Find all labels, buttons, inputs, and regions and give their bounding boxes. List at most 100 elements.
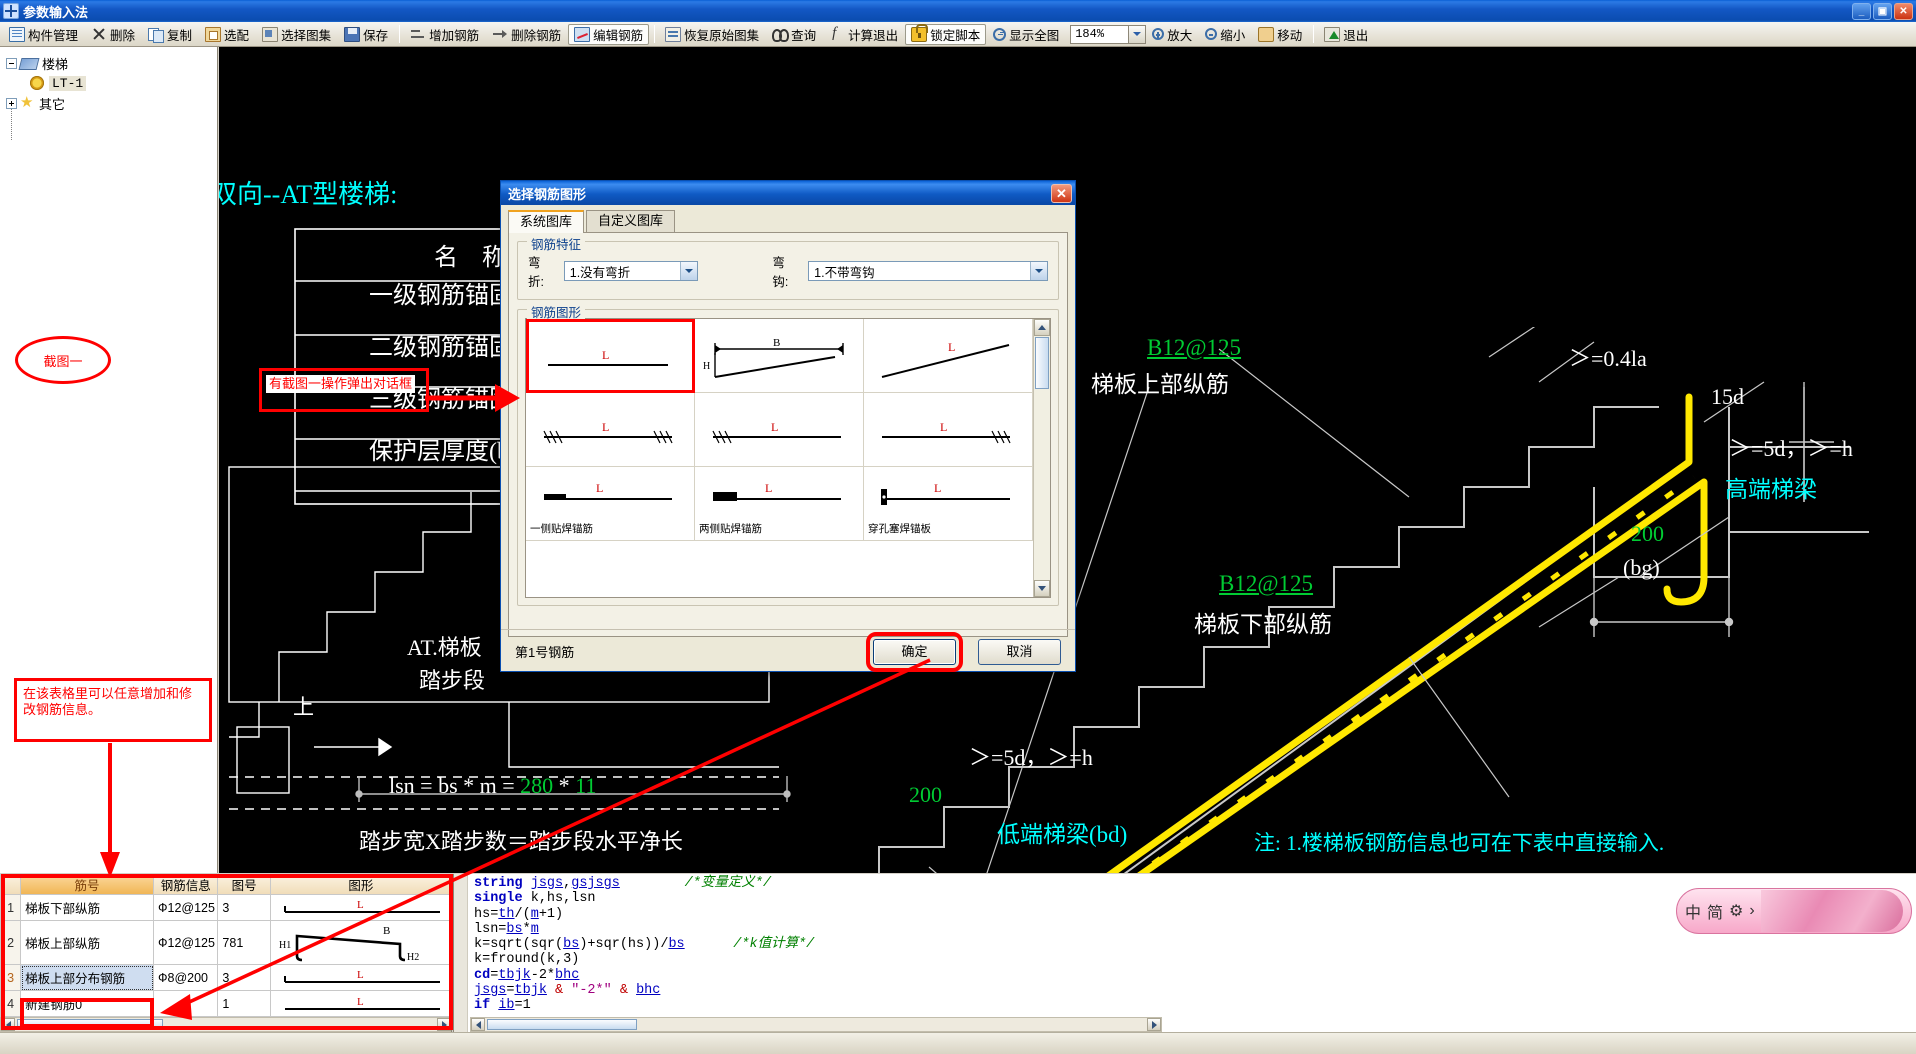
cell-shape[interactable]: L — [269, 894, 451, 921]
shape-cell-double-hatched-bar[interactable]: L — [526, 393, 695, 467]
col-rebar-info[interactable]: 钢筋信息 — [152, 874, 219, 895]
col-pic-no[interactable]: 图号 — [217, 874, 271, 895]
cell-pic-no[interactable]: 781 — [217, 920, 271, 965]
editor-hscrollbar[interactable] — [470, 1017, 1162, 1032]
toolbar-button-edit-rebar[interactable]: 编辑钢筋 — [568, 23, 650, 45]
cell-rebar-no-editing[interactable]: 新建钢筋0 — [20, 990, 154, 1017]
svg-text:B: B — [773, 337, 780, 349]
cell-rebar-info[interactable]: Ф8@200 — [152, 964, 219, 991]
cell-pic-no[interactable]: 3 — [217, 894, 271, 921]
shape-caption: 一侧贴焊锚筋 — [530, 523, 593, 535]
cell-pic-no[interactable]: 1 — [217, 990, 271, 1017]
cell-rebar-no[interactable]: 梯板上部分布钢筋 — [20, 964, 154, 991]
chevron-down-icon[interactable] — [1030, 262, 1047, 280]
table-hscrollbar[interactable] — [0, 1017, 451, 1032]
toolbar-button-exit[interactable]: 退出 — [1318, 24, 1374, 45]
table-row[interactable]: 3 梯板上部分布钢筋 Ф8@200 3 L — [0, 964, 451, 991]
shape-cell-plain-bar[interactable]: L — [526, 319, 695, 393]
ime-style-label[interactable]: 简 — [1707, 899, 1723, 923]
scroll-down-button[interactable] — [1034, 580, 1050, 597]
chevron-right-icon[interactable]: › — [1749, 902, 1754, 920]
toolbar-button-pan[interactable]: 移动 — [1252, 24, 1308, 45]
col-shape[interactable]: 图形 — [269, 874, 451, 895]
annotation-dialog-note: 有截图一操作弹出对话框 — [259, 368, 429, 412]
collapse-icon[interactable] — [6, 57, 17, 69]
component-manager-icon — [9, 26, 25, 42]
shape-cell-bar-with-b-dim[interactable]: B H — [695, 319, 864, 393]
shapes-scrollbar[interactable] — [1033, 319, 1050, 597]
shape-cell-two-side-welded-anchor[interactable]: L 两侧贴焊锚筋 — [695, 467, 864, 541]
scroll-right-button[interactable] — [1147, 1018, 1161, 1031]
zoom-level-combobox[interactable]: 184% — [1070, 24, 1147, 44]
scrollbar-thumb[interactable] — [487, 1019, 637, 1030]
hook-select[interactable]: 1.不带弯钩 — [808, 261, 1048, 281]
table-row[interactable]: 1 梯板下部纵筋 Ф12@125 3 L — [0, 894, 451, 921]
scroll-up-button[interactable] — [1034, 319, 1050, 336]
ime-mode-label[interactable]: 中 — [1685, 899, 1701, 923]
toolbar-button-copy[interactable]: 复制 — [142, 24, 198, 45]
cell-shape[interactable]: B H1 H2 — [269, 920, 451, 965]
cell-rebar-no[interactable]: 梯板上部纵筋 — [20, 920, 154, 965]
toolbar-button-select-atlas[interactable]: 选择图集 — [256, 24, 337, 45]
toolbar-button-calc-exit[interactable]: 计算退出 — [823, 24, 904, 45]
cell-pic-no[interactable]: 3 — [217, 964, 271, 991]
chevron-down-icon[interactable] — [680, 262, 698, 280]
expand-icon[interactable] — [6, 97, 17, 109]
toolbar-button-fit-view[interactable]: 显示全图 — [987, 24, 1065, 45]
cell-shape[interactable]: L — [269, 990, 451, 1017]
chevron-down-icon[interactable] — [1128, 25, 1146, 43]
ime-language-bar[interactable]: 中 简 ⚙ › — [1676, 888, 1912, 934]
toolbar-button-zoom-out[interactable]: 缩小 — [1199, 24, 1251, 45]
component-tree-panel[interactable]: 楼梯 LT-1 ★ 其它 — [0, 47, 218, 873]
toolbar-button-delete[interactable]: 删除 — [85, 24, 141, 45]
toolbar-button-restore-atlas[interactable]: 恢复原始图集 — [659, 24, 765, 45]
table-row[interactable]: 2 梯板上部纵筋 Ф12@125 781 B H1 H2 — [0, 920, 451, 965]
close-button[interactable]: ✕ — [1894, 2, 1913, 20]
dialog-body: 系统图库 自定义图库 钢筋特征 弯折: 1.没有弯折 弯钩: 1.不带弯钩 钢筋… — [501, 205, 1075, 673]
cell-rebar-no[interactable]: 梯板下部纵筋 — [20, 894, 154, 921]
tree-node-other[interactable]: ★ 其它 — [0, 93, 217, 113]
rebar-shapes-grid[interactable]: L B H L L L L L 一侧贴焊锚筋 L 两侧贴焊锚筋 L 穿孔塞焊锚板 — [525, 318, 1051, 598]
shape-cell-sloped-bar[interactable]: L — [864, 319, 1033, 393]
toolbar-button-save[interactable]: 保存 — [338, 24, 394, 45]
toolbar-button-zoom-in[interactable]: 放大 — [1146, 24, 1198, 45]
col-rebar-no[interactable]: 筋号 — [20, 874, 154, 895]
rebar-shapes-cells: L B H L L L L L 一侧贴焊锚筋 L 两侧贴焊锚筋 L 穿孔塞焊锚板 — [526, 319, 1033, 597]
select-rebar-shape-dialog[interactable]: 选择钢筋图形 ✕ 系统图库 自定义图库 钢筋特征 弯折: 1.没有弯折 弯钩: … — [500, 180, 1076, 672]
cell-shape[interactable]: L — [269, 964, 451, 991]
rebar-table[interactable]: 筋号 钢筋信息 图号 图形 1 梯板下部纵筋 Ф12@125 3 L 2 梯板上… — [0, 874, 452, 1032]
cancel-button[interactable]: 取消 — [978, 638, 1061, 665]
cad-lower-rebar-name: 梯板下部纵筋 — [1194, 612, 1332, 637]
shape-cell-one-side-welded-anchor[interactable]: L 一侧贴焊锚筋 — [526, 467, 695, 541]
tree-node-stair[interactable]: 楼梯 — [0, 53, 217, 73]
tab-custom-library[interactable]: 自定义图库 — [586, 210, 676, 232]
toolbar-button-query[interactable]: 查询 — [766, 24, 822, 45]
toolbar-button-match[interactable]: 选配 — [199, 24, 255, 45]
ok-button[interactable]: 确定 — [866, 631, 963, 672]
shape-cell-right-hatched-bar[interactable]: L — [864, 393, 1033, 467]
scroll-left-button[interactable] — [1, 1018, 15, 1031]
gear-icon[interactable]: ⚙ — [1729, 901, 1743, 921]
cell-rebar-info[interactable]: Ф12@125 — [152, 894, 219, 921]
toolbar-button-add-rebar[interactable]: 增加钢筋 — [404, 24, 485, 45]
toolbar-label: 查询 — [791, 28, 817, 43]
shape-cell-through-hole-plug-weld-plate[interactable]: L 穿孔塞焊锚板 — [864, 467, 1033, 541]
tab-system-library[interactable]: 系统图库 — [508, 210, 585, 233]
cell-rebar-info[interactable] — [152, 990, 219, 1017]
toolbar-button-lock-script[interactable]: 锁定脚本 — [905, 23, 987, 45]
main-toolbar: 构件管理 删除 复制 选配 选择图集 保存 增加钢筋 删除钢筋 编辑钢筋 恢复原… — [0, 22, 1916, 47]
minimize-button[interactable]: _ — [1852, 2, 1871, 20]
scrollbar-thumb[interactable] — [1035, 337, 1049, 389]
scroll-left-button[interactable] — [471, 1018, 485, 1031]
scroll-right-button[interactable] — [437, 1018, 451, 1031]
bend-select[interactable]: 1.没有弯折 — [563, 261, 699, 281]
toolbar-button-delete-rebar[interactable]: 删除钢筋 — [486, 24, 567, 45]
maximize-button[interactable]: ▣ — [1873, 2, 1892, 20]
shape-cell-left-hatched-bar[interactable]: L — [695, 393, 864, 467]
table-row[interactable]: 4 新建钢筋0 1 L — [0, 990, 451, 1017]
tree-node-lt1[interactable]: LT-1 — [0, 73, 217, 93]
scrollbar-thumb[interactable] — [17, 1019, 163, 1030]
close-icon[interactable]: ✕ — [1051, 183, 1072, 203]
cell-rebar-info[interactable]: Ф12@125 — [152, 920, 219, 965]
toolbar-button-component-manager[interactable]: 构件管理 — [3, 24, 84, 45]
